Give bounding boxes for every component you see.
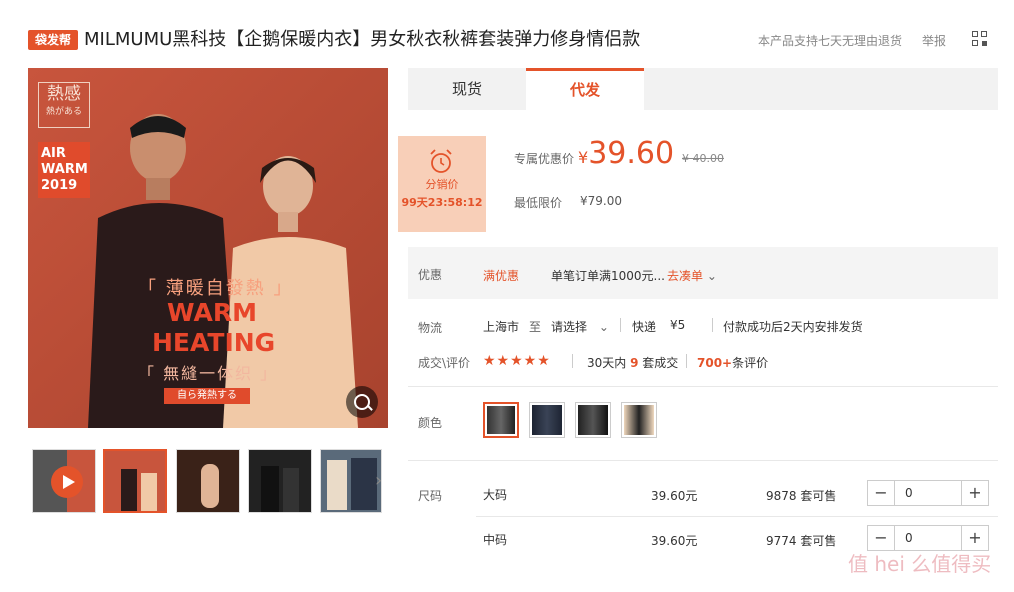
return-policy-link[interactable]: 本产品支持七天无理由退货 <box>758 32 902 49</box>
shipping-fee: ¥5 <box>670 318 686 332</box>
tab-dropship[interactable]: 代发 <box>526 68 644 110</box>
rating-stars: ★★★★★ <box>483 353 551 369</box>
chevron-right-icon[interactable]: › <box>375 470 382 491</box>
video-thumbnail[interactable] <box>32 449 96 513</box>
minus-icon[interactable]: − <box>868 526 894 550</box>
size-name: 大码 <box>483 488 508 502</box>
minus-icon[interactable]: − <box>868 481 894 505</box>
plus-icon[interactable]: + <box>962 526 988 550</box>
thumbnail-item[interactable] <box>320 449 382 513</box>
main-product-image[interactable]: 熱感 熱がある AIR WARM 2019 「 薄暖自發熱 」 WARM HEATI… <box>28 68 388 428</box>
color-swatch-dark[interactable] <box>575 402 611 438</box>
promo-subtitle-3: 自ら発熱する <box>164 388 250 404</box>
min-price-label: 最低限价 <box>514 196 563 210</box>
reviews-label: 成交\评价 <box>418 356 471 370</box>
promo-subtitle-1: 「 薄暖自發熱 」 <box>138 278 294 299</box>
play-icon[interactable] <box>51 466 83 498</box>
zoom-icon[interactable] <box>346 386 378 418</box>
color-swatch-black[interactable] <box>483 402 519 438</box>
promo-desc: 单笔订单满1000元... <box>551 269 665 283</box>
distribution-price-timer: 分销价 99天23:58:12 <box>398 136 486 232</box>
chevron-down-icon: ⌄ <box>598 320 609 334</box>
separator <box>408 460 998 461</box>
color-swatch-skin[interactable] <box>621 402 657 438</box>
size-stock: 9774 套可售 <box>766 534 837 548</box>
product-title: MILMUMU黑科技【企鹅保暖内衣】男女秋衣秋裤套装弹力修身情侣款 <box>84 29 641 50</box>
air-warm-tag: AIR WARM 2019 <box>38 142 90 198</box>
timer-countdown: 99天23:58:12 <box>401 196 483 209</box>
size-stock: 9878 套可售 <box>766 489 837 503</box>
timer-label: 分销价 <box>425 178 459 191</box>
shipping-label: 物流 <box>418 321 443 335</box>
size-name: 中码 <box>483 533 508 547</box>
promo-headline: WARM HEATING <box>152 298 276 357</box>
qr-code-icon[interactable] <box>972 31 988 47</box>
divider <box>712 318 713 332</box>
quantity-stepper[interactable]: − 0 + <box>867 480 989 506</box>
color-swatch-navy[interactable] <box>529 402 565 438</box>
heat-tag: 熱感 熱がある <box>38 82 90 128</box>
promo-label: 优惠 <box>418 268 443 282</box>
color-label: 颜色 <box>418 416 443 430</box>
chevron-down-icon: ⌄ <box>706 269 717 283</box>
separator <box>408 386 998 387</box>
alarm-clock-icon <box>430 149 452 173</box>
report-link[interactable]: 举报 <box>922 32 946 49</box>
exclusive-price-label: 专属优惠价 <box>514 152 575 166</box>
shipping-note: 付款成功后2天内安排发货 <box>723 320 863 334</box>
seller-badge: 袋发帮 <box>28 30 78 50</box>
plus-icon[interactable]: + <box>962 481 988 505</box>
shipping-method: 快递 <box>632 320 657 334</box>
separator <box>476 516 998 517</box>
min-price: ¥79.00 <box>580 194 622 208</box>
promo-tag: 满优惠 <box>483 269 520 283</box>
tab-in-stock[interactable]: 现货 <box>408 68 526 110</box>
exclusive-price: ¥39.60 <box>578 136 675 171</box>
divider <box>686 354 687 368</box>
divider <box>572 354 573 368</box>
size-label: 尺码 <box>418 489 443 503</box>
thumbnail-item[interactable] <box>176 449 240 513</box>
size-price: 39.60元 <box>651 534 698 548</box>
tab-bar: 现货 代发 <box>408 68 998 110</box>
promo-link[interactable]: 去凑单 ⌄ <box>667 267 717 284</box>
size-price: 39.60元 <box>651 489 698 503</box>
shipping-from: 上海市 <box>483 320 520 334</box>
promo-subtitle-2: 「 無縫一体织 」 <box>138 364 279 383</box>
divider <box>620 318 621 332</box>
shipping-to-word: 至 <box>529 320 542 334</box>
thumbnail-item[interactable] <box>103 449 167 513</box>
sales-count: 30天内 9 套成交 <box>587 356 679 370</box>
watermark: 值 hei 么值得买 <box>848 552 992 576</box>
thumbnail-item[interactable] <box>248 449 312 513</box>
quantity-input[interactable]: 0 <box>894 526 962 550</box>
review-count[interactable]: 700+条评价 <box>697 354 768 371</box>
destination-select[interactable]: 请选择 ⌄ <box>551 318 609 335</box>
original-price: ¥ 40.00 <box>682 152 724 165</box>
quantity-input[interactable]: 0 <box>894 481 962 505</box>
